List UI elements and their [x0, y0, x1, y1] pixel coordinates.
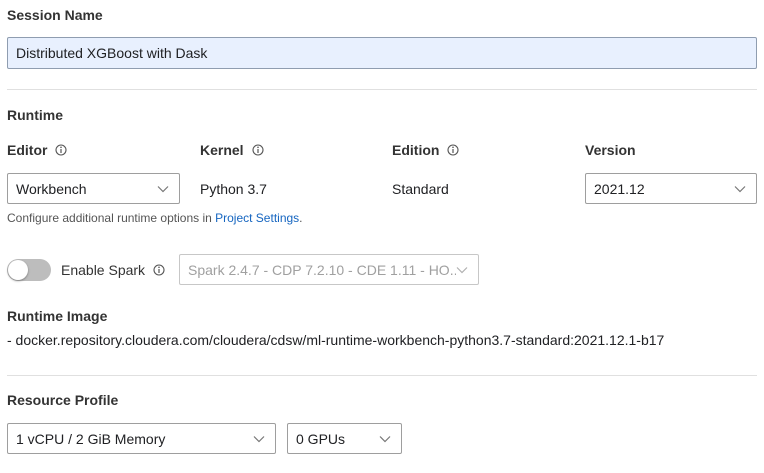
runtime-image-value: - docker.repository.cloudera.com/clouder… [7, 332, 665, 348]
chevron-down-icon [734, 185, 746, 192]
editor-select-value: Workbench [16, 180, 87, 197]
resource-profile-title: Resource Profile [7, 392, 119, 408]
chevron-down-icon [253, 435, 265, 442]
edition-value: Standard [392, 181, 449, 197]
kernel-label-group: Kernel [200, 142, 264, 158]
divider [7, 89, 757, 90]
runtime-image-title: Runtime Image [7, 308, 108, 324]
toggle-knob [8, 260, 28, 280]
kernel-value: Python 3.7 [200, 181, 267, 197]
chevron-down-icon [157, 185, 169, 192]
editor-label-group: Editor [7, 142, 68, 158]
version-label: Version [585, 142, 636, 158]
edition-label-group: Edition [392, 142, 459, 158]
spark-version-select-value: Spark 2.4.7 - CDP 7.2.10 - CDE 1.11 - HO… [188, 261, 456, 278]
resource-profile-select[interactable]: 1 vCPU / 2 GiB Memory [7, 423, 276, 454]
runtime-help-suffix: . [299, 211, 303, 225]
enable-spark-label-group: Enable Spark [61, 262, 165, 278]
editor-label: Editor [7, 142, 48, 158]
gpu-select[interactable]: 0 GPUs [287, 423, 402, 454]
runtime-help-text: Configure additional runtime options in … [7, 211, 303, 225]
gpu-select-value: 0 GPUs [296, 430, 346, 447]
edition-label: Edition [392, 142, 440, 158]
kernel-label: Kernel [200, 142, 244, 158]
version-select-value: 2021.12 [594, 180, 645, 197]
version-select[interactable]: 2021.12 [585, 173, 757, 204]
project-settings-link[interactable]: Project Settings [215, 211, 299, 225]
session-name-label: Session Name [7, 7, 103, 23]
info-icon[interactable] [153, 264, 165, 276]
divider [7, 375, 757, 376]
session-name-input[interactable] [7, 37, 757, 69]
spark-version-select[interactable]: Spark 2.4.7 - CDP 7.2.10 - CDE 1.11 - HO… [179, 254, 479, 285]
chevron-down-icon [456, 266, 468, 273]
enable-spark-toggle[interactable] [7, 259, 51, 281]
editor-select[interactable]: Workbench [7, 173, 180, 204]
info-icon[interactable] [252, 144, 264, 156]
chevron-down-icon [379, 435, 391, 442]
info-icon[interactable] [447, 144, 459, 156]
enable-spark-label: Enable Spark [61, 262, 146, 278]
info-icon[interactable] [55, 144, 68, 156]
runtime-section-title: Runtime [7, 107, 63, 123]
runtime-help-prefix: Configure additional runtime options in [7, 211, 216, 225]
resource-profile-select-value: 1 vCPU / 2 GiB Memory [16, 430, 166, 447]
